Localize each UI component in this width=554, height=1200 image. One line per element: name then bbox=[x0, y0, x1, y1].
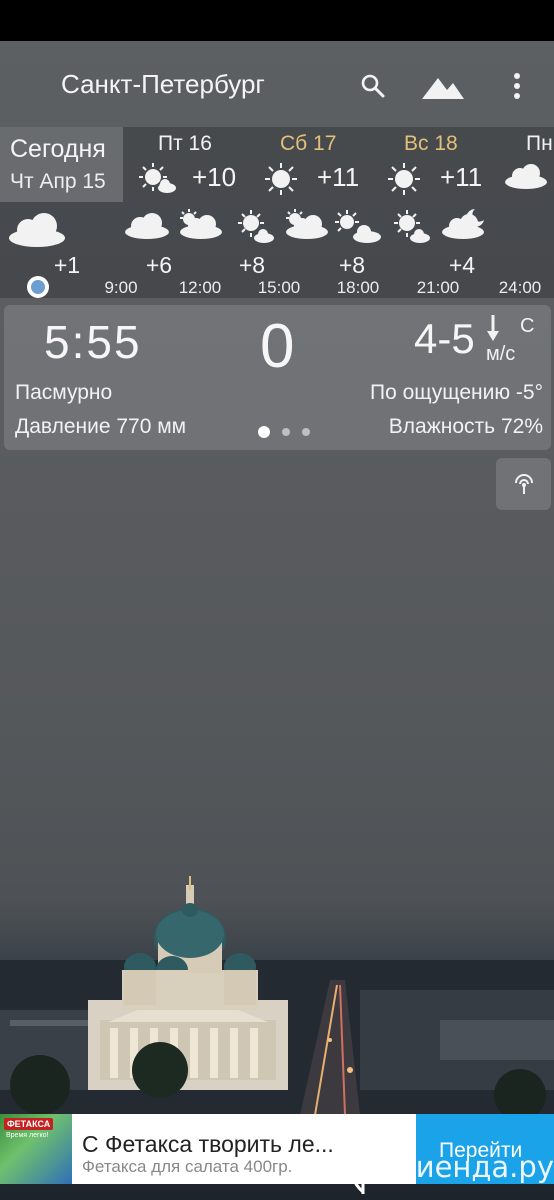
daily-forecast-strip: Сегодня Чт Апр 15 Пт 16 +10 Сб 17 +11 Вс… bbox=[0, 127, 554, 202]
status-bar bbox=[0, 0, 554, 41]
hourly-forecast-strip: +1 +6 +8 +8 +4 9:00 12:00 15:00 18:00 21… bbox=[0, 202, 554, 298]
condition-text: Пасмурно bbox=[15, 381, 113, 404]
radar-button[interactable] bbox=[496, 458, 551, 510]
hour-time: 9:00 bbox=[104, 278, 138, 297]
ad-brand: ФЕТАКСА bbox=[4, 1118, 54, 1130]
today-label: Сегодня bbox=[10, 135, 106, 163]
day-label: Вс 18 bbox=[404, 132, 458, 155]
pressure-text: Давление 770 мм bbox=[15, 415, 187, 438]
day-label: Пн bbox=[526, 132, 553, 155]
wind-direction: С bbox=[520, 315, 535, 337]
hour-time: 15:00 bbox=[257, 278, 301, 297]
day-fri[interactable]: Пт 16 +10 bbox=[132, 127, 262, 202]
day-mon[interactable]: Пн bbox=[502, 127, 554, 202]
watermark-text: асиенда.ру bbox=[382, 1150, 554, 1184]
feels-like-text: По ощущению -5° bbox=[369, 381, 543, 404]
cloud-icon bbox=[124, 212, 170, 245]
day-label: Пт 16 bbox=[158, 132, 212, 155]
sun-icon bbox=[386, 161, 422, 202]
day-label: Сб 17 bbox=[280, 132, 337, 155]
ad-image: ФЕТАКСА Время легко! bbox=[0, 1114, 72, 1184]
day-sat[interactable]: Сб 17 +11 bbox=[258, 127, 388, 202]
sun-cloud-icon bbox=[283, 208, 329, 245]
hour-time: 18:00 bbox=[336, 278, 380, 297]
page-indicator bbox=[258, 426, 310, 438]
sun-cloud-icon bbox=[236, 208, 276, 249]
watermark-logo-icon bbox=[351, 1158, 374, 1194]
current-temperature: 0 bbox=[260, 312, 295, 381]
page-dot bbox=[302, 428, 310, 436]
sun-cloud-icon bbox=[137, 161, 177, 200]
city-title[interactable]: Санкт-Петербург bbox=[61, 69, 265, 100]
wind-speed: 4-5 bbox=[414, 315, 475, 362]
hour-time: 24:00 bbox=[498, 278, 542, 297]
humidity-text: Влажность 72% bbox=[388, 415, 543, 438]
sun-cloud-icon bbox=[177, 208, 223, 245]
ad-headline: С Фетакса творить ле... bbox=[82, 1131, 334, 1157]
day-temp: +11 bbox=[317, 162, 360, 192]
cloud-icon bbox=[504, 163, 548, 194]
hour-time: 12:00 bbox=[178, 278, 222, 297]
hour-temp: +8 bbox=[338, 252, 366, 278]
day-temp: +10 bbox=[192, 162, 237, 192]
cathedral-city-photo bbox=[0, 876, 554, 1115]
page-dot-active bbox=[258, 426, 270, 438]
search-icon[interactable] bbox=[358, 69, 388, 103]
hour-time: 21:00 bbox=[416, 278, 460, 297]
current-weather-card[interactable]: 5:55 0 4-5 С м/с Пасмурно По ощущению -5… bbox=[4, 305, 551, 450]
more-vert-icon[interactable] bbox=[505, 69, 529, 103]
moon-cloud-icon bbox=[441, 206, 489, 245]
mountain-icon[interactable] bbox=[421, 69, 465, 103]
today-tab[interactable]: Сегодня Чт Апр 15 bbox=[0, 127, 123, 202]
today-date: Чт Апр 15 bbox=[10, 170, 106, 193]
hour-temp: +8 bbox=[238, 252, 266, 278]
wind-unit: м/с bbox=[486, 343, 516, 365]
ad-brand-sub: Время легко! bbox=[6, 1132, 49, 1139]
current-time: 5:55 bbox=[44, 316, 142, 368]
cloud-icon bbox=[8, 212, 66, 253]
day-sun[interactable]: Вс 18 +11 bbox=[384, 127, 514, 202]
day-temp: +11 bbox=[440, 162, 483, 192]
hour-temp: +1 bbox=[53, 252, 81, 278]
radar-icon bbox=[514, 474, 533, 494]
hour-temp: +4 bbox=[448, 252, 476, 278]
sun-cloud-icon bbox=[392, 208, 432, 249]
ad-description: Фетакса для салата 400гр. bbox=[82, 1157, 293, 1176]
hour-temp: +6 bbox=[145, 252, 173, 278]
toolbar: Санкт-Петербург bbox=[0, 41, 554, 127]
sun-cloud-icon bbox=[333, 208, 383, 249]
sun-icon bbox=[263, 161, 299, 202]
page-dot bbox=[282, 428, 290, 436]
current-time-marker bbox=[27, 276, 49, 298]
